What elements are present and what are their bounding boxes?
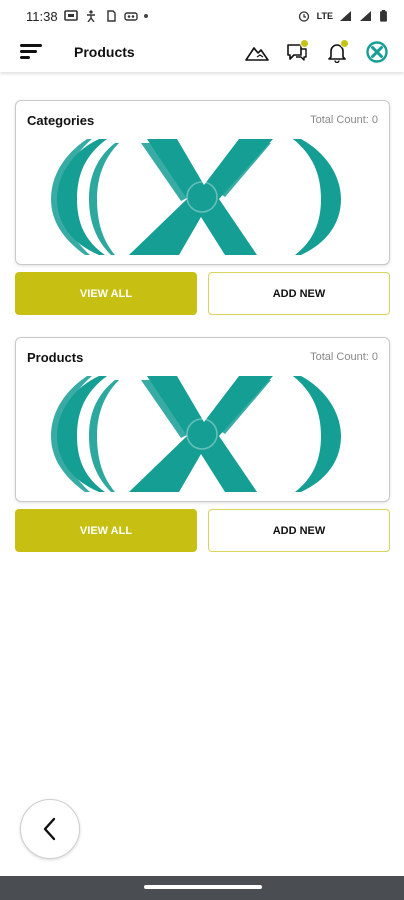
menu-icon[interactable] xyxy=(20,43,44,61)
add-new-button[interactable]: ADD NEW xyxy=(208,509,390,552)
profile-logo-button[interactable] xyxy=(364,39,390,65)
signal-icon xyxy=(360,11,371,21)
products-section: Products Total Count: 0 VIEW ALL ADD NEW xyxy=(15,337,390,552)
alarm-icon xyxy=(298,11,309,22)
signal-icon xyxy=(340,11,351,21)
vr-icon xyxy=(123,12,138,21)
brand-logo-image xyxy=(49,137,355,257)
status-bar: 11:38 LTE xyxy=(0,0,404,32)
total-count: Total Count: 0 xyxy=(310,114,378,126)
network-label: LTE xyxy=(316,10,333,21)
mountain-icon xyxy=(245,46,269,61)
chevron-left-icon xyxy=(43,817,56,841)
app-bar: Products xyxy=(0,32,404,72)
system-nav-bar xyxy=(0,876,404,900)
categories-section: Categories Total Count: 0 VIEW ALL ADD N… xyxy=(15,100,390,315)
notification-dot xyxy=(143,14,148,18)
sim-icon xyxy=(106,10,116,22)
notifications-button[interactable] xyxy=(324,39,350,65)
chat-button[interactable] xyxy=(284,39,310,65)
bell-badge xyxy=(340,39,349,48)
chat-badge xyxy=(300,39,309,48)
view-all-button[interactable]: VIEW ALL xyxy=(15,272,197,315)
view-all-button[interactable]: VIEW ALL xyxy=(15,509,197,552)
mountain-button[interactable] xyxy=(244,39,270,65)
add-new-button[interactable]: ADD NEW xyxy=(208,272,390,315)
status-time: 11:38 xyxy=(26,8,58,24)
card-title: Categories xyxy=(27,113,95,128)
products-card[interactable]: Products Total Count: 0 xyxy=(15,337,390,502)
home-gesture-handle[interactable] xyxy=(144,885,262,889)
accessibility-icon xyxy=(86,10,95,22)
back-button[interactable] xyxy=(20,799,80,859)
total-count-label: Total Count: xyxy=(310,114,369,126)
card-title: Products xyxy=(27,350,84,365)
total-count: Total Count: 0 xyxy=(310,351,378,363)
page-title: Products xyxy=(74,44,135,60)
logo-icon xyxy=(366,41,388,63)
total-count-value: 0 xyxy=(371,351,378,363)
message-icon xyxy=(63,10,78,21)
total-count-label: Total Count: xyxy=(310,351,369,363)
total-count-value: 0 xyxy=(371,114,378,126)
categories-card[interactable]: Categories Total Count: 0 xyxy=(15,100,390,265)
battery-icon xyxy=(380,10,387,22)
brand-logo-image xyxy=(49,374,355,494)
